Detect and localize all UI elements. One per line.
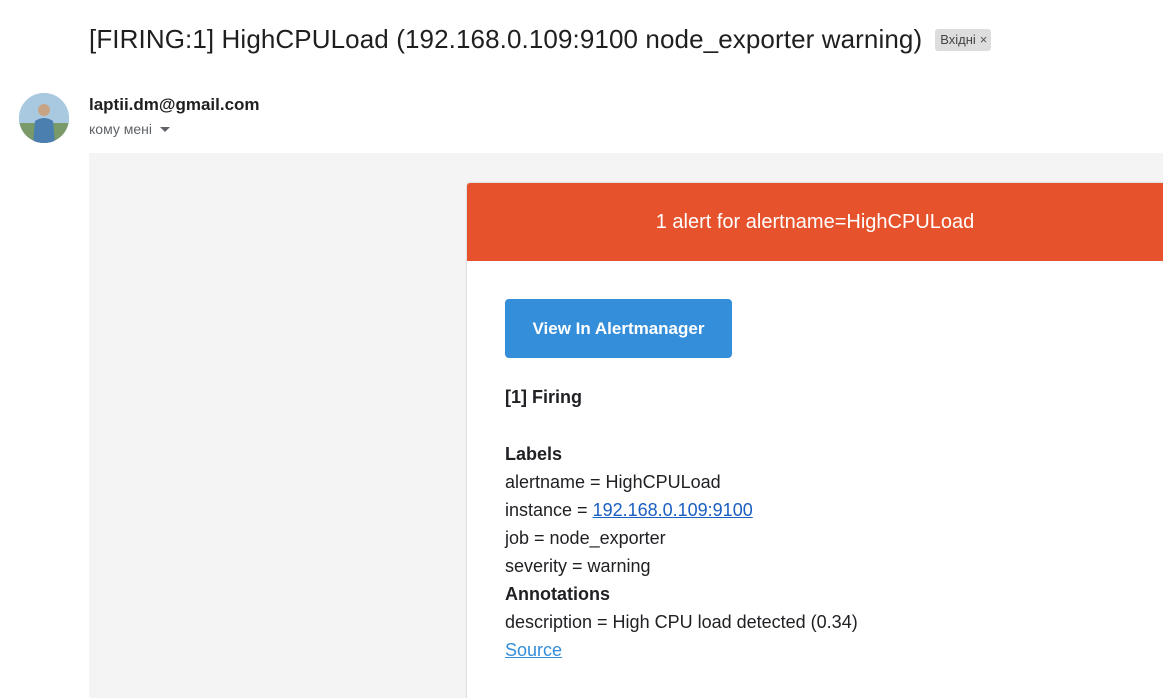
alert-header: 1 alert for alertname=HighCPULoad bbox=[467, 183, 1163, 261]
label-severity: severity = warning bbox=[505, 556, 651, 576]
label-alertname: alertname = HighCPULoad bbox=[505, 472, 721, 492]
subject-row: [FIRING:1] HighCPULoad (192.168.0.109:91… bbox=[89, 24, 992, 55]
recipient-details[interactable]: кому мені bbox=[89, 121, 170, 137]
inbox-label-chip[interactable]: Вхідні × bbox=[935, 28, 992, 51]
firing-title: [1] Firing bbox=[505, 387, 582, 407]
label-job: job = node_exporter bbox=[505, 528, 666, 548]
label-instance-prefix: instance = bbox=[505, 500, 593, 520]
inbox-label-text: Вхідні bbox=[940, 32, 976, 47]
sender-email[interactable]: laptii.dm@gmail.com bbox=[89, 95, 260, 115]
recipient-label: кому мені bbox=[89, 121, 152, 137]
annotation-description: description = High CPU load detected (0.… bbox=[505, 612, 858, 632]
labels-heading: Labels bbox=[505, 444, 563, 464]
email-subject: [FIRING:1] HighCPULoad (192.168.0.109:91… bbox=[89, 24, 923, 54]
chevron-down-icon[interactable] bbox=[160, 126, 170, 132]
close-icon[interactable]: × bbox=[980, 32, 988, 47]
avatar-image bbox=[19, 93, 69, 143]
view-in-alertmanager-button[interactable]: View In Alertmanager bbox=[505, 299, 732, 358]
annotations-heading: Annotations bbox=[505, 584, 610, 604]
label-instance: instance = 192.168.0.109:9100 bbox=[505, 496, 1163, 524]
alert-body: View In Alertmanager [1] Firing Labels a… bbox=[467, 261, 1163, 664]
alert-details: Labels alertname = HighCPULoad instance … bbox=[505, 440, 1163, 664]
instance-link[interactable]: 192.168.0.109:9100 bbox=[593, 500, 753, 520]
alert-card: 1 alert for alertname=HighCPULoad View I… bbox=[466, 182, 1163, 698]
avatar[interactable] bbox=[19, 93, 69, 143]
source-link[interactable]: Source bbox=[505, 640, 562, 660]
